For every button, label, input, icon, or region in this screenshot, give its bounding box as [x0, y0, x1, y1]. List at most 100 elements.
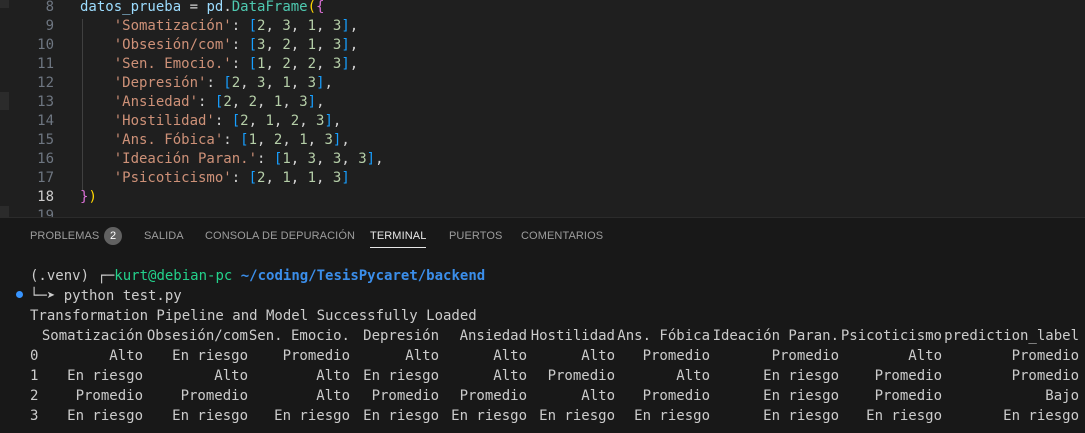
code-token: , [240, 75, 258, 91]
line-number: 15 [37, 132, 54, 148]
code-line[interactable]: 13 'Ansiedad': [2, 2, 1, 3], [0, 93, 1085, 112]
code-token: 2 [240, 113, 249, 129]
table-cell: Promedio [1011, 348, 1079, 364]
code-token: ] [341, 37, 350, 53]
line-number: 9 [45, 18, 54, 34]
code-token: 'Ans. Fóbica' [80, 132, 224, 148]
line-number: 8 [45, 0, 54, 15]
code-token: 'Psicoticismo' [80, 170, 232, 186]
code-token: , [349, 56, 359, 72]
code-editor[interactable]: 8 datos_prueba = pd.DataFrame({9 'Somatiz… [0, 0, 1085, 217]
line-number: 14 [37, 113, 54, 129]
code-token: , [265, 56, 283, 72]
code-text: 'Depresión': [2, 3, 1, 3], [80, 74, 333, 93]
code-token: , [248, 113, 266, 129]
table-header-cell: Psicoticismo [840, 328, 942, 344]
code-line[interactable]: 12 'Depresión': [2, 3, 1, 3], [0, 74, 1085, 93]
code-token: : [231, 37, 249, 53]
code-token: 3 [282, 18, 291, 34]
code-token: ] [307, 94, 317, 110]
table-cell: Promedio [459, 388, 527, 404]
table-cell: En riesgo [274, 408, 350, 424]
output-message: Transformation Pipeline and Model Succes… [30, 308, 477, 324]
table-header-cell: Ansiedad [459, 328, 527, 344]
table-cell: Promedio [371, 388, 439, 404]
code-token: : [231, 170, 249, 186]
code-token: , [341, 151, 359, 167]
code-line[interactable]: 17 'Psicoticismo': [2, 1, 1, 3] [0, 169, 1085, 188]
table-cell: Alto [581, 348, 615, 364]
code-token: pd [206, 0, 224, 15]
code-token: , [349, 37, 359, 53]
command-status-dot[interactable] [16, 291, 23, 298]
code-token: ] [324, 113, 333, 129]
line-number: 10 [37, 37, 54, 53]
table-header-cell: Ideación Paran. [712, 328, 839, 344]
code-token: datos_prueba [80, 0, 182, 15]
line-number: 17 [37, 170, 54, 186]
code-token: 3 [358, 151, 367, 167]
code-text: 'Ideación Paran.': [1, 3, 3, 3], [80, 150, 384, 169]
code-token: , [332, 113, 342, 129]
code-line[interactable]: 15 'Ans. Fóbica': [1, 2, 1, 3], [0, 131, 1085, 150]
code-token: 'Hostilidad' [80, 113, 215, 129]
table-cell: Promedio [547, 368, 615, 384]
code-token: , [257, 94, 274, 110]
code-token: 'Ideación Paran.' [80, 151, 258, 167]
table-cell: Promedio [642, 348, 710, 364]
code-token: ( [307, 0, 317, 15]
code-line[interactable]: 11 'Sen. Emocio.': [1, 2, 2, 3], [0, 55, 1085, 74]
table-cell: Alto [109, 348, 143, 364]
code-token: , [290, 170, 308, 186]
table-cell: Alto [316, 388, 350, 404]
code-token: : [231, 56, 249, 72]
code-line[interactable]: 18}) [0, 188, 1085, 207]
code-text: 'Psicoticismo': [2, 1, 1, 3] [80, 169, 350, 188]
code-token: 3 [299, 94, 308, 110]
table-row-index: 1 [30, 368, 39, 384]
bottom-panel: PROBLEMAS 2 SALIDA CONSOLA DE DEPURACIÓN… [0, 217, 1085, 433]
code-text: 'Sen. Emocio.': [1, 2, 2, 3], [80, 55, 359, 74]
venv-label: (.venv) [30, 268, 98, 284]
code-token: ] [341, 56, 350, 72]
code-line[interactable]: 9 'Somatización': [2, 3, 1, 3], [0, 17, 1085, 36]
code-token: . [223, 0, 232, 15]
table-cell: Promedio [874, 368, 942, 384]
code-line[interactable]: 16 'Ideación Paran.': [1, 3, 3, 3], [0, 150, 1085, 169]
code-token: ] [366, 151, 376, 167]
prompt-line: (.venv) ┌─kurt@debian-pc ~/coding/TesisP… [30, 266, 485, 286]
code-token: , [290, 37, 308, 53]
code-token: , [231, 94, 249, 110]
table-cell: En riesgo [67, 368, 143, 384]
code-token: 3 [307, 75, 317, 91]
code-token: : [223, 132, 241, 148]
code-token: 2 [282, 56, 291, 72]
code-line[interactable]: 10 'Obsesión/com': [3, 2, 1, 3], [0, 36, 1085, 55]
code-text: }) [80, 188, 97, 207]
code-line[interactable]: 19 [0, 207, 1085, 217]
code-token: , [265, 37, 283, 53]
code-token: 1 [307, 170, 317, 186]
code-token: ] [341, 18, 350, 34]
code-token: 1 [282, 170, 291, 186]
code-token: , [290, 56, 308, 72]
code-text: 'Ans. Fóbica': [1, 2, 1, 3], [80, 131, 350, 150]
table-header-cell: Somatización [41, 328, 143, 344]
code-token: , [316, 37, 333, 53]
code-token: , [265, 170, 283, 186]
code-token: [ [248, 170, 258, 186]
table-cell: En riesgo [363, 368, 439, 384]
table-row-index: 2 [30, 388, 39, 404]
table-cell: Alto [316, 368, 350, 384]
line-number: 19 [37, 208, 54, 217]
terminal-output[interactable]: (.venv) ┌─kurt@debian-pc ~/coding/TesisP… [0, 218, 1085, 433]
code-token: , [316, 56, 333, 72]
code-text: 'Somatización': [2, 3, 1, 3], [80, 17, 359, 36]
prompt-arrow: └─➤ [30, 288, 64, 304]
code-token: { [316, 0, 325, 15]
command-line: └─➤ python test.py [30, 286, 182, 306]
code-line[interactable]: 14 'Hostilidad': [2, 1, 2, 3], [0, 112, 1085, 131]
table-header-cell: Hostilidad [530, 328, 615, 344]
table-cell: En riesgo [634, 408, 710, 424]
code-line[interactable]: 8 datos_prueba = pd.DataFrame({ [0, 0, 1085, 17]
